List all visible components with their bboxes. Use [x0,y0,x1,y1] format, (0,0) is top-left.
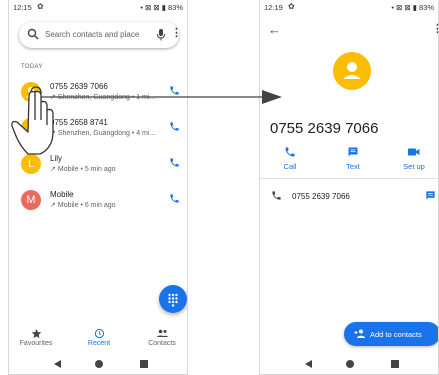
outgoing-arrow-icon: ↗ [50,130,56,137]
status-bar: 12:15 ✿ • ⊠ ⊠ ▮ 83% [9,0,187,14]
call-action-button[interactable]: Call [270,146,310,171]
call-log-row[interactable]: 0755 2639 7066 ↗ Shenzhen, Guangdong • 1 … [9,74,187,110]
phone-call-icon[interactable] [169,157,180,168]
recents-icon[interactable] [391,360,399,368]
person-icon [25,123,37,134]
section-label-today: TODAY [21,64,43,70]
tab-favourites-label: Favourites [19,340,53,347]
call-action-label: Call [283,162,297,171]
call-detail: ↗ Mobile • 6 min ago [50,201,116,209]
contact-number-title: 0755 2639 7066 [270,120,379,137]
bottom-navigation: Favourites Recent Contacts [9,328,187,352]
mic-icon[interactable] [156,28,166,41]
outgoing-arrow-icon: ↗ [50,202,56,209]
outgoing-arrow-icon: ↗ [50,166,56,173]
text-action-label: Text [346,162,360,171]
people-icon [137,328,187,339]
call-detail-text: Shenzhen, Guangdong • 1 mi... [57,94,156,101]
contact-avatar [333,52,371,90]
status-time: 12:19 [264,3,283,12]
phone-call-icon[interactable] [169,121,180,132]
search-bar[interactable]: Search contacts and place ⋮ [19,22,182,48]
call-name: Lily [50,154,63,163]
search-input[interactable]: Search contacts and place [45,30,139,39]
call-details-screen: 12:19 ✿ • ⊠ ⊠ ▮ 83% ← ⋮ 0755 2639 7066 C… [259,0,439,375]
star-icon [11,328,61,339]
status-time: 12:15 [13,3,32,12]
more-options-icon[interactable]: ⋮ [432,22,438,35]
home-icon[interactable] [95,360,103,368]
system-navigation-bar [9,356,187,372]
setup-action-button[interactable]: Set up [394,146,434,171]
gear-icon: ✿ [288,2,295,11]
add-person-icon [354,329,365,338]
tab-favourites[interactable]: Favourites [11,328,61,347]
status-indicators: • ⊠ ⊠ ▮ 83% [391,3,434,12]
message-icon [333,146,373,159]
search-icon [27,28,39,40]
back-icon[interactable] [305,360,312,368]
call-log-row[interactable]: L Lily ↗ Mobile • 5 min ago [9,146,187,182]
call-detail-text: Mobile • 6 min ago [57,202,116,209]
outgoing-arrow-icon: ↗ [50,94,56,101]
call-name: Mobile [50,190,74,199]
add-to-contacts-button[interactable]: Add to contacts [344,322,438,346]
phone-call-icon[interactable] [169,193,180,204]
recents-icon[interactable] [140,360,148,368]
more-options-icon[interactable]: ⋮ [171,26,182,39]
recent-calls-screen: 12:15 ✿ • ⊠ ⊠ ▮ 83% Search contacts and … [8,0,188,375]
phone-number-row[interactable]: 0755 2639 7066 [260,188,438,206]
tab-recent[interactable]: Recent [74,328,124,347]
clock-icon [74,328,124,339]
avatar[interactable]: L [21,154,41,174]
call-detail: ↗ Shenzhen, Guangdong • 1 mi... [50,93,155,101]
call-name: 0755 2639 7066 [50,82,108,91]
status-indicators: • ⊠ ⊠ ▮ 83% [140,3,183,12]
avatar[interactable]: M [21,190,41,210]
tab-recent-label: Recent [87,340,111,347]
text-action-button[interactable]: Text [333,146,373,171]
back-arrow-icon[interactable]: ← [268,22,281,37]
call-detail-text: Shenzhen, Guangdong • 4 mi... [57,130,156,137]
person-icon [343,62,361,79]
system-navigation-bar [260,356,438,372]
add-to-contacts-label: Add to contacts [370,330,422,339]
call-detail-text: Mobile • 5 min ago [57,166,116,173]
home-icon[interactable] [346,360,354,368]
gear-icon: ✿ [37,2,44,11]
video-call-icon [394,146,434,159]
phone-call-icon[interactable] [169,85,180,96]
avatar[interactable] [21,118,41,138]
phone-icon [272,191,281,200]
divider [260,178,438,179]
setup-action-label: Set up [403,162,425,171]
tab-contacts[interactable]: Contacts [137,328,187,347]
call-log-row[interactable]: M Mobile ↗ Mobile • 6 min ago [9,182,187,218]
dialpad-icon [168,293,178,307]
back-icon[interactable] [54,360,61,368]
call-detail: ↗ Mobile • 5 min ago [50,165,116,173]
phone-number-text: 0755 2639 7066 [292,192,350,201]
phone-icon [270,146,310,159]
person-icon [25,87,37,98]
status-bar: 12:19 ✿ • ⊠ ⊠ ▮ 83% [260,0,438,14]
tab-contacts-label: Contacts [148,340,176,347]
call-detail: ↗ Shenzhen, Guangdong • 4 mi... [50,129,155,137]
call-name: 0755 2658 8741 [50,118,108,127]
message-icon[interactable] [425,190,436,201]
avatar[interactable] [21,82,41,102]
dialpad-button[interactable] [159,285,187,313]
call-log-row[interactable]: 0755 2658 8741 ↗ Shenzhen, Guangdong • 4 … [9,110,187,146]
